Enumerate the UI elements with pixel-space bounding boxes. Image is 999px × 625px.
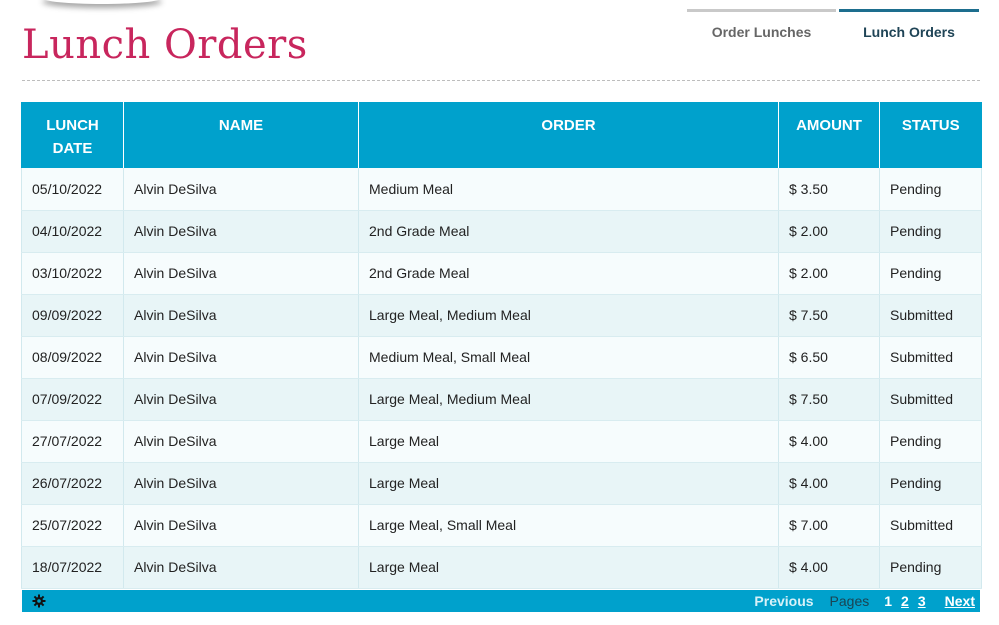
table-row: 03/10/2022 Alvin DeSilva 2nd Grade Meal $ 2… (21, 252, 982, 295)
top-decoration (42, 0, 162, 4)
cell-status: Pending (879, 420, 982, 463)
cell-name: Alvin DeSilva (123, 252, 359, 295)
orders-table-container: LUNCH DATE NAME ORDER AMOUNT STATUS 05/1… (21, 102, 982, 589)
cell-name: Alvin DeSilva (123, 504, 359, 547)
pager-controls: Previous Pages 1 2 3 Next (754, 593, 975, 609)
cell-lunch-date: 27/07/2022 (21, 420, 124, 463)
table-row: 25/07/2022 Alvin DeSilva Large Meal, Small… (21, 504, 982, 547)
tab-order-lunches[interactable]: Order Lunches (687, 9, 836, 45)
cell-name: Alvin DeSilva (123, 420, 359, 463)
cell-order: Large Meal, Medium Meal (358, 378, 779, 421)
cell-order: Large Meal (358, 462, 779, 505)
cell-status: Submitted (879, 378, 982, 421)
cell-order: Large Meal, Small Meal (358, 504, 779, 547)
table-row: 07/09/2022 Alvin DeSilva Large Meal, Mediu… (21, 378, 982, 421)
cell-lunch-date: 04/10/2022 (21, 210, 124, 253)
cell-order: Large Meal, Medium Meal (358, 294, 779, 337)
cell-status: Pending (879, 546, 982, 589)
cell-status: Submitted (879, 294, 982, 337)
cell-order: 2nd Grade Meal (358, 252, 779, 295)
cell-lunch-date: 25/07/2022 (21, 504, 124, 547)
table-row: 18/07/2022 Alvin DeSilva Large Meal $ 4.00 P… (21, 546, 982, 589)
cell-lunch-date: 18/07/2022 (21, 546, 124, 589)
cell-name: Alvin DeSilva (123, 210, 359, 253)
page-3-link[interactable]: 3 (918, 593, 926, 609)
previous-button[interactable]: Previous (754, 593, 813, 609)
cell-lunch-date: 07/09/2022 (21, 378, 124, 421)
cell-name: Alvin DeSilva (123, 378, 359, 421)
cell-status: Pending (879, 210, 982, 253)
cell-order: Large Meal (358, 420, 779, 463)
next-button[interactable]: Next (945, 593, 975, 609)
divider (22, 80, 980, 81)
table-row: 08/09/2022 Alvin DeSilva Medium Meal, Smal… (21, 336, 982, 379)
cell-amount: $ 4.00 (778, 546, 880, 589)
cell-lunch-date: 08/09/2022 (21, 336, 124, 379)
cell-name: Alvin DeSilva (123, 336, 359, 379)
table-row: 27/07/2022 Alvin DeSilva Large Meal $ 4.00 P… (21, 420, 982, 463)
cell-status: Pending (879, 462, 982, 505)
pagination-bar: Previous Pages 1 2 3 Next (22, 590, 980, 612)
cell-status: Pending (879, 168, 982, 211)
cell-name: Alvin DeSilva (123, 294, 359, 337)
cell-amount: $ 7.50 (778, 294, 880, 337)
column-header-status[interactable]: STATUS (879, 102, 982, 168)
page-1-current: 1 (884, 593, 893, 609)
table-header-row: LUNCH DATE NAME ORDER AMOUNT STATUS (21, 102, 982, 168)
column-header-lunch-date[interactable]: LUNCH DATE (21, 102, 124, 168)
tab-bar: Order Lunches Lunch Orders (687, 9, 979, 45)
table-row: 04/10/2022 Alvin DeSilva 2nd Grade Meal $ 2… (21, 210, 982, 253)
cell-status: Submitted (879, 336, 982, 379)
column-header-name[interactable]: NAME (123, 102, 359, 168)
cell-order: Medium Meal (358, 168, 779, 211)
page-2-link[interactable]: 2 (901, 593, 909, 609)
cell-status: Submitted (879, 504, 982, 547)
pages-label: Pages (829, 593, 870, 609)
table-row: 26/07/2022 Alvin DeSilva Large Meal $ 4.00 P… (21, 462, 982, 505)
cell-amount: $ 3.50 (778, 168, 880, 211)
cell-lunch-date: 26/07/2022 (21, 462, 124, 505)
cell-name: Alvin DeSilva (123, 168, 359, 211)
tab-lunch-orders[interactable]: Lunch Orders (839, 9, 979, 45)
table-row: 05/10/2022 Alvin DeSilva Medium Meal $ 3.50… (21, 168, 982, 211)
cell-name: Alvin DeSilva (123, 546, 359, 589)
column-header-order[interactable]: ORDER (358, 102, 779, 168)
page-title: Lunch Orders (22, 22, 308, 68)
cell-amount: $ 4.00 (778, 462, 880, 505)
gear-icon[interactable] (32, 594, 46, 608)
cell-order: Large Meal (358, 546, 779, 589)
cell-amount: $ 6.50 (778, 336, 880, 379)
cell-lunch-date: 05/10/2022 (21, 168, 124, 211)
cell-order: 2nd Grade Meal (358, 210, 779, 253)
cell-amount: $ 2.00 (778, 210, 880, 253)
table-row: 09/09/2022 Alvin DeSilva Large Meal, Mediu… (21, 294, 982, 337)
cell-amount: $ 7.00 (778, 504, 880, 547)
cell-name: Alvin DeSilva (123, 462, 359, 505)
cell-status: Pending (879, 252, 982, 295)
column-header-amount[interactable]: AMOUNT (778, 102, 880, 168)
cell-amount: $ 4.00 (778, 420, 880, 463)
cell-lunch-date: 09/09/2022 (21, 294, 124, 337)
orders-table: LUNCH DATE NAME ORDER AMOUNT STATUS 05/1… (21, 102, 982, 589)
cell-order: Medium Meal, Small Meal (358, 336, 779, 379)
cell-amount: $ 7.50 (778, 378, 880, 421)
cell-amount: $ 2.00 (778, 252, 880, 295)
cell-lunch-date: 03/10/2022 (21, 252, 124, 295)
